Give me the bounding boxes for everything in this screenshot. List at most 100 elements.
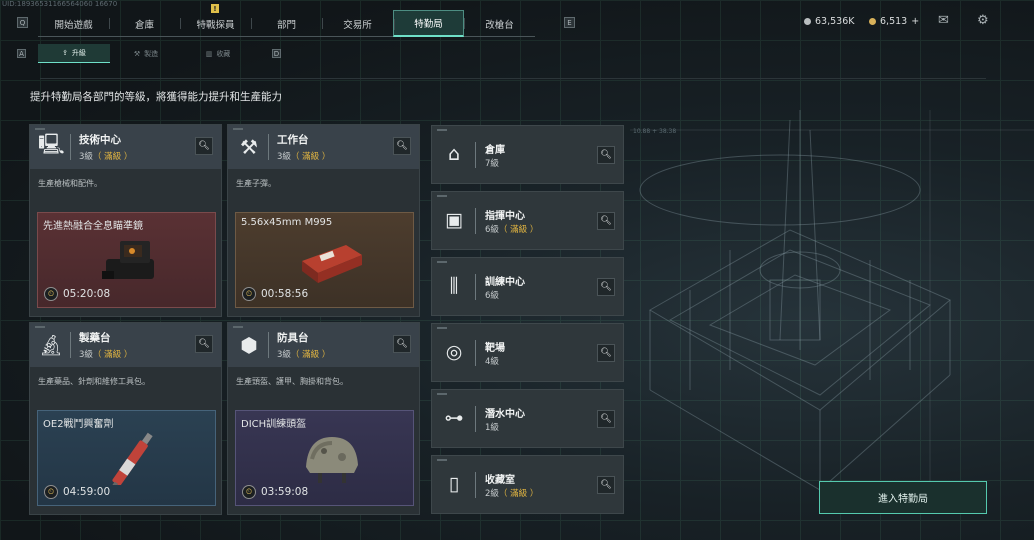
command-chip-icon: ▣ [445,209,463,231]
timer-icon: ⏲ [44,287,58,301]
dept-level: 2級（ 滿級 ） [485,489,539,499]
card-description: 生產頭盔、護甲、胸掛和背包。 [236,377,348,386]
production-slot[interactable]: 5.56x45mm M995 ⏲ 00:58:56 [235,212,414,308]
nav-next-key[interactable]: E [564,17,575,28]
card-level: 3級（ 滿級 ） [277,152,331,162]
coin-balance[interactable]: 63,536K [804,16,854,27]
search-icon[interactable]: 🔍︎ [195,335,213,353]
holographic-sight-image [102,241,154,279]
production-timer: ⏲ 04:59:00 [44,485,110,499]
dept-collection-room[interactable]: ▯ 收藏室 2級（ 滿級 ） 🔍︎ [431,455,624,514]
search-icon[interactable]: 🔍︎ [597,410,615,428]
production-slot[interactable]: 先進熱融合全息瞄準鏡 ⏲ 05:20:08 [37,212,216,308]
dept-title: 訓練中心 [485,277,525,288]
dept-title: 靶場 [485,343,505,354]
timer-icon: ⏲ [242,485,256,499]
token-balance[interactable]: 6,513 + [869,16,919,27]
card-title: 防具台 [277,332,309,344]
ammo-box-image [302,245,362,283]
dept-diving-center[interactable]: ⊶ 潛水中心 1級 🔍︎ [431,389,624,448]
card-title: 工作台 [277,134,309,146]
stimulant-injector-image [111,432,153,485]
dept-title: 指揮中心 [485,211,525,222]
token-amount: 6,513 [880,16,908,27]
product-name: 5.56x45mm M995 [241,217,333,228]
card-tech-center[interactable]: 🖳 技術中心 3級（ 滿級 ） 🔍︎ 生產槍械和配件。 先進熱融合全息瞄準鏡 ⏲… [29,124,222,317]
production-timer: ⏲ 03:59:08 [242,485,308,499]
card-armor-bench[interactable]: ⬢ 防具台 3級（ 滿級 ） 🔍︎ 生產頭盔、護甲、胸掛和背包。 DICH訓練頭… [227,322,420,515]
dept-training-center[interactable]: ⫼ 訓練中心 6級 🔍︎ [431,257,624,316]
card-level: 3級（ 滿級 ） [79,350,133,360]
subnav-prev-key[interactable]: A [17,49,26,58]
tab-departments[interactable]: 部門 [251,10,322,37]
production-slot[interactable]: DICH訓練頭盔 ⏲ 03:59:08 [235,410,414,506]
card-description: 生產藥品、針劑和維修工具包。 [38,377,150,386]
search-icon[interactable]: 🔍︎ [597,278,615,296]
timer-icon: ⏲ [242,287,256,301]
dept-level: 4級 [485,357,499,367]
tab-gunsmith[interactable]: 改槍台 [464,10,535,37]
card-description: 生產槍械和配件。 [38,179,102,188]
tab-special-ops[interactable]: 特勤局 [393,10,464,37]
tab-operators[interactable]: ! 特戰探員 [180,4,251,37]
base-blueprint [630,110,1034,510]
dept-title: 倉庫 [485,145,505,156]
product-name: 先進熱融合全息瞄準鏡 [43,221,143,232]
production-timer: ⏲ 00:58:56 [242,287,308,301]
warehouse-icon: ⌂ [447,143,461,165]
microscope-icon: 🔬︎ [38,333,64,357]
product-name: DICH訓練頭盔 [241,419,307,430]
card-title: 製藥台 [79,332,111,344]
tab-exchange[interactable]: 交易所 [322,10,393,37]
subtab-collection[interactable]: ▥ 收藏 [182,44,254,63]
card-description: 生產子彈。 [236,179,276,188]
production-timer: ⏲ 05:20:08 [44,287,110,301]
add-currency-button[interactable]: + [911,16,919,27]
target-icon: ◎ [445,341,463,363]
user-id: UID:18936531166564060 16670 [2,0,118,8]
production-slot[interactable]: OE2戰鬥興奮劑 ⏲ 04:59:00 [37,410,216,506]
dept-command-center[interactable]: ▣ 指揮中心 6級（ 滿級 ） 🔍︎ [431,191,624,250]
collection-icon: ▥ [205,49,213,58]
subtab-upgrade[interactable]: ⇪ 升級 [38,44,110,63]
helmet-image [306,437,358,483]
sub-tabs: ⇪ 升級 ⚒ 製造 ▥ 收藏 [38,44,254,63]
search-icon[interactable]: 🔍︎ [393,137,411,155]
alert-badge: ! [211,4,219,13]
gear-icon[interactable]: ⚙ [977,13,989,28]
dept-level: 1級 [485,423,499,433]
main-tabs: 開始遊戲 倉庫 ! 特戰探員 部門 交易所 特勤局 改槍台 [38,4,535,37]
search-icon[interactable]: 🔍︎ [597,212,615,230]
search-icon[interactable]: 🔍︎ [393,335,411,353]
dept-level: 6級 [485,291,499,301]
mail-icon[interactable]: ✉ [938,13,949,28]
card-workbench[interactable]: ⚒ 工作台 3級（ 滿級 ） 🔍︎ 生產子彈。 5.56x45mm M995 ⏲… [227,124,420,317]
card-title: 技術中心 [79,134,121,146]
subnav-next-key[interactable]: D [272,49,281,58]
token-icon [869,18,876,25]
divider [40,78,986,79]
card-pharmacy[interactable]: 🔬︎ 製藥台 3級（ 滿級 ） 🔍︎ 生產藥品、針劑和維修工具包。 OE2戰鬥興… [29,322,222,515]
monitor-icon: 🖳 [38,132,65,156]
enter-special-ops-button[interactable]: 進入特勤局 [819,481,987,514]
diving-mask-icon: ⊶ [444,407,464,429]
search-icon[interactable]: 🔍︎ [597,476,615,494]
dept-level: 7級 [485,159,499,169]
nav-prev-key[interactable]: Q [17,17,28,28]
dept-warehouse[interactable]: ⌂ 倉庫 7級 🔍︎ [431,125,624,184]
card-level: 3級（ 滿級 ） [79,152,133,162]
tools-icon: ⚒ [240,135,258,159]
tab-start-game[interactable]: 開始遊戲 [38,10,109,37]
dumbbell-icon: ⫼ [449,275,459,297]
coin-amount: 63,536K [815,16,855,27]
search-icon[interactable]: 🔍︎ [195,137,213,155]
tab-warehouse[interactable]: 倉庫 [109,10,180,37]
subtab-craft[interactable]: ⚒ 製造 [110,44,182,63]
armor-blocks-icon: ⬢ [240,333,258,357]
card-level: 3級（ 滿級 ） [277,350,331,360]
dept-shooting-range[interactable]: ◎ 靶場 4級 🔍︎ [431,323,624,382]
search-icon[interactable]: 🔍︎ [597,344,615,362]
collection-room-icon: ▯ [448,473,460,495]
dept-level: 6級（ 滿級 ） [485,225,539,235]
search-icon[interactable]: 🔍︎ [597,146,615,164]
